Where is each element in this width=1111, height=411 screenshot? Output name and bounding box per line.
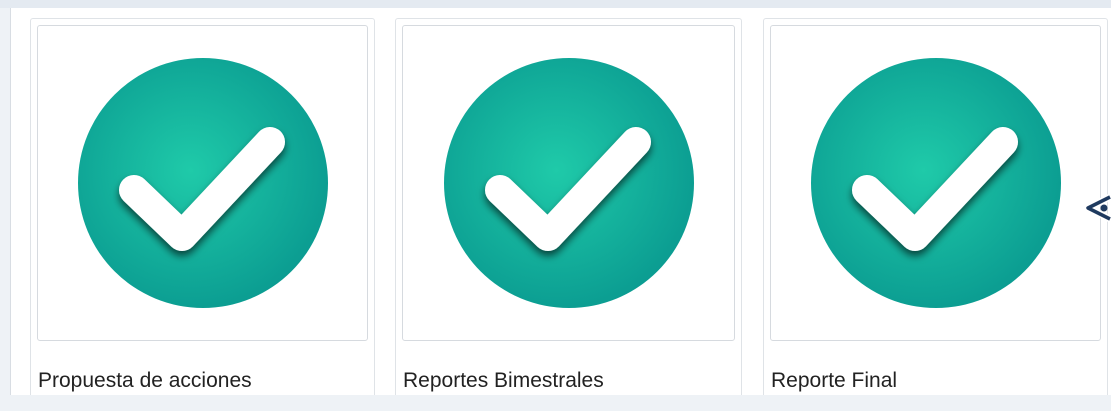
card-title[interactable]: Reporte Final: [771, 369, 897, 393]
bottom-strip: [0, 395, 1111, 411]
card-propuesta-acciones[interactable]: Propuesta de acciones: [30, 18, 375, 398]
card-title[interactable]: Propuesta de acciones: [38, 369, 252, 393]
carousel-next-button[interactable]: [1080, 193, 1111, 223]
check-circle-icon: [77, 58, 328, 308]
card-thumbnail: [402, 25, 735, 341]
check-circle-icon: [443, 58, 694, 308]
top-band: [0, 0, 1111, 8]
card-thumbnail: [770, 25, 1101, 341]
check-circle-icon: [810, 58, 1061, 308]
chevron-left-icon: [1084, 193, 1111, 223]
card-reportes-bimestrales[interactable]: Reportes Bimestrales: [395, 18, 742, 398]
card-thumbnail: [37, 25, 368, 341]
card-reporte-final[interactable]: Reporte Final: [763, 18, 1108, 398]
card-title[interactable]: Reportes Bimestrales: [403, 369, 604, 393]
